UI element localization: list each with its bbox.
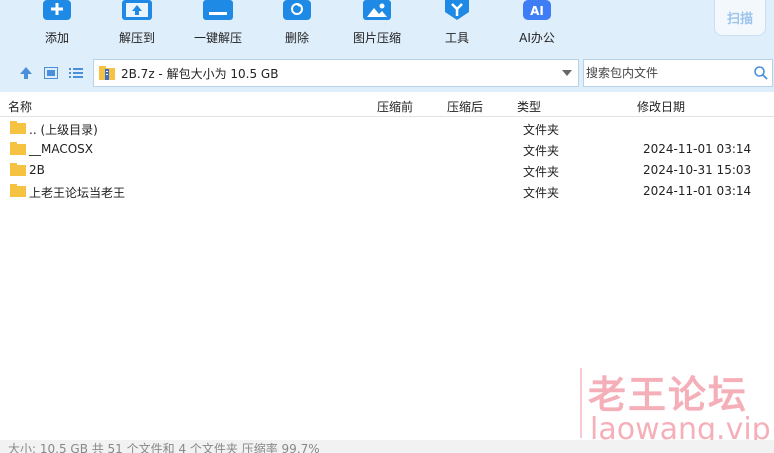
item-name: __MACOSX xyxy=(29,142,94,156)
column-name[interactable]: 名称 xyxy=(8,98,32,115)
svg-text:AI: AI xyxy=(530,4,544,18)
add-label: 添加 xyxy=(44,31,69,45)
chevron-down-icon xyxy=(562,70,572,76)
column-header: 名称 压缩前 压缩后 类型 修改日期 xyxy=(0,93,774,117)
arrow-up-icon xyxy=(20,67,32,79)
item-type: 文件夹 xyxy=(523,165,560,179)
item-name: 2B xyxy=(29,163,45,177)
one-click-extract-label: 一键解压 xyxy=(193,31,242,45)
item-date: 2024-10-31 15:03 xyxy=(643,163,752,177)
watermark-divider xyxy=(580,368,582,438)
folder-icon xyxy=(10,142,26,155)
tools-icon xyxy=(445,0,469,20)
list-item[interactable]: 上老王论坛当老王 文件夹 2024-11-01 03:14 xyxy=(0,181,774,202)
thumbnail-view-button[interactable] xyxy=(42,64,60,82)
search-button[interactable] xyxy=(750,61,772,85)
column-type[interactable]: 类型 xyxy=(517,98,541,115)
tools-button[interactable]: 工具 xyxy=(427,0,487,54)
image-compress-label: 图片压缩 xyxy=(352,31,401,45)
list-item[interactable]: 2B 文件夹 2024-10-31 15:03 xyxy=(0,160,774,181)
item-type: 文件夹 xyxy=(523,123,560,137)
folder-icon xyxy=(10,163,26,176)
watermark-text-cn: 老王论坛 xyxy=(588,373,749,417)
status-bar: 大小: 10.5 GB 共 51 个文件和 4 个文件夹 压缩率 99.7% xyxy=(0,440,774,453)
up-button[interactable] xyxy=(17,64,35,82)
item-name: .. (上级目录) xyxy=(29,123,98,137)
list-item[interactable]: __MACOSX 文件夹 2024-11-01 03:14 xyxy=(0,139,774,160)
list-item[interactable]: .. (上级目录) 文件夹 xyxy=(0,118,774,139)
search-box xyxy=(583,59,773,87)
ai-office-button[interactable]: AI AI办公 xyxy=(507,0,567,54)
address-box[interactable]: 2B.7z - 解包大小为 10.5 GB xyxy=(93,59,579,87)
delete-icon xyxy=(283,0,311,20)
image-compress-button[interactable]: 图片压缩 xyxy=(347,0,407,54)
item-type: 文件夹 xyxy=(523,186,560,200)
address-dropdown[interactable] xyxy=(556,60,578,86)
one-click-extract-button[interactable]: 一键解压 xyxy=(188,0,248,54)
tools-label: 工具 xyxy=(444,31,469,45)
ai-office-icon: AI xyxy=(523,0,551,20)
item-type: 文件夹 xyxy=(523,144,560,158)
column-modified[interactable]: 修改日期 xyxy=(637,98,685,115)
address-bar-row: 2B.7z - 解包大小为 10.5 GB xyxy=(0,54,774,92)
file-list: .. (上级目录) 文件夹 __MACOSX 文件夹 2024-11-01 03… xyxy=(0,118,774,202)
thumbnail-view-icon xyxy=(44,67,58,79)
folder-icon xyxy=(10,184,26,197)
list-view-icon xyxy=(69,68,83,78)
item-name: 上老王论坛当老王 xyxy=(29,186,126,200)
add-icon xyxy=(43,0,71,20)
address-path: 2B.7z - 解包大小为 10.5 GB xyxy=(121,66,279,81)
search-input[interactable] xyxy=(584,61,750,85)
column-before[interactable]: 压缩前 xyxy=(377,98,413,115)
item-date: 2024-11-01 03:14 xyxy=(643,184,752,198)
image-compress-icon xyxy=(363,0,391,20)
extract-to-label: 解压到 xyxy=(118,31,155,45)
extract-to-button[interactable]: 解压到 xyxy=(107,0,167,54)
status-text: 大小: 10.5 GB 共 51 个文件和 4 个文件夹 压缩率 99.7% xyxy=(8,442,320,453)
list-view-button[interactable] xyxy=(67,64,85,82)
archive-icon xyxy=(99,66,115,80)
one-click-extract-icon xyxy=(203,0,233,20)
delete-label: 删除 xyxy=(284,31,309,45)
item-date: 2024-11-01 03:14 xyxy=(643,142,752,156)
scan-button[interactable]: 扫描 xyxy=(714,0,766,36)
folder-icon xyxy=(10,121,26,134)
search-icon xyxy=(754,66,768,80)
toolbar: 添加 解压到 一键解压 删除 图片压缩 工具 AI AI办公 扫描 xyxy=(0,0,774,54)
delete-button[interactable]: 删除 xyxy=(267,0,327,54)
column-after[interactable]: 压缩后 xyxy=(447,98,483,115)
extract-to-icon xyxy=(122,0,152,20)
ai-office-label: AI办公 xyxy=(519,31,555,45)
add-button[interactable]: 添加 xyxy=(27,0,87,54)
